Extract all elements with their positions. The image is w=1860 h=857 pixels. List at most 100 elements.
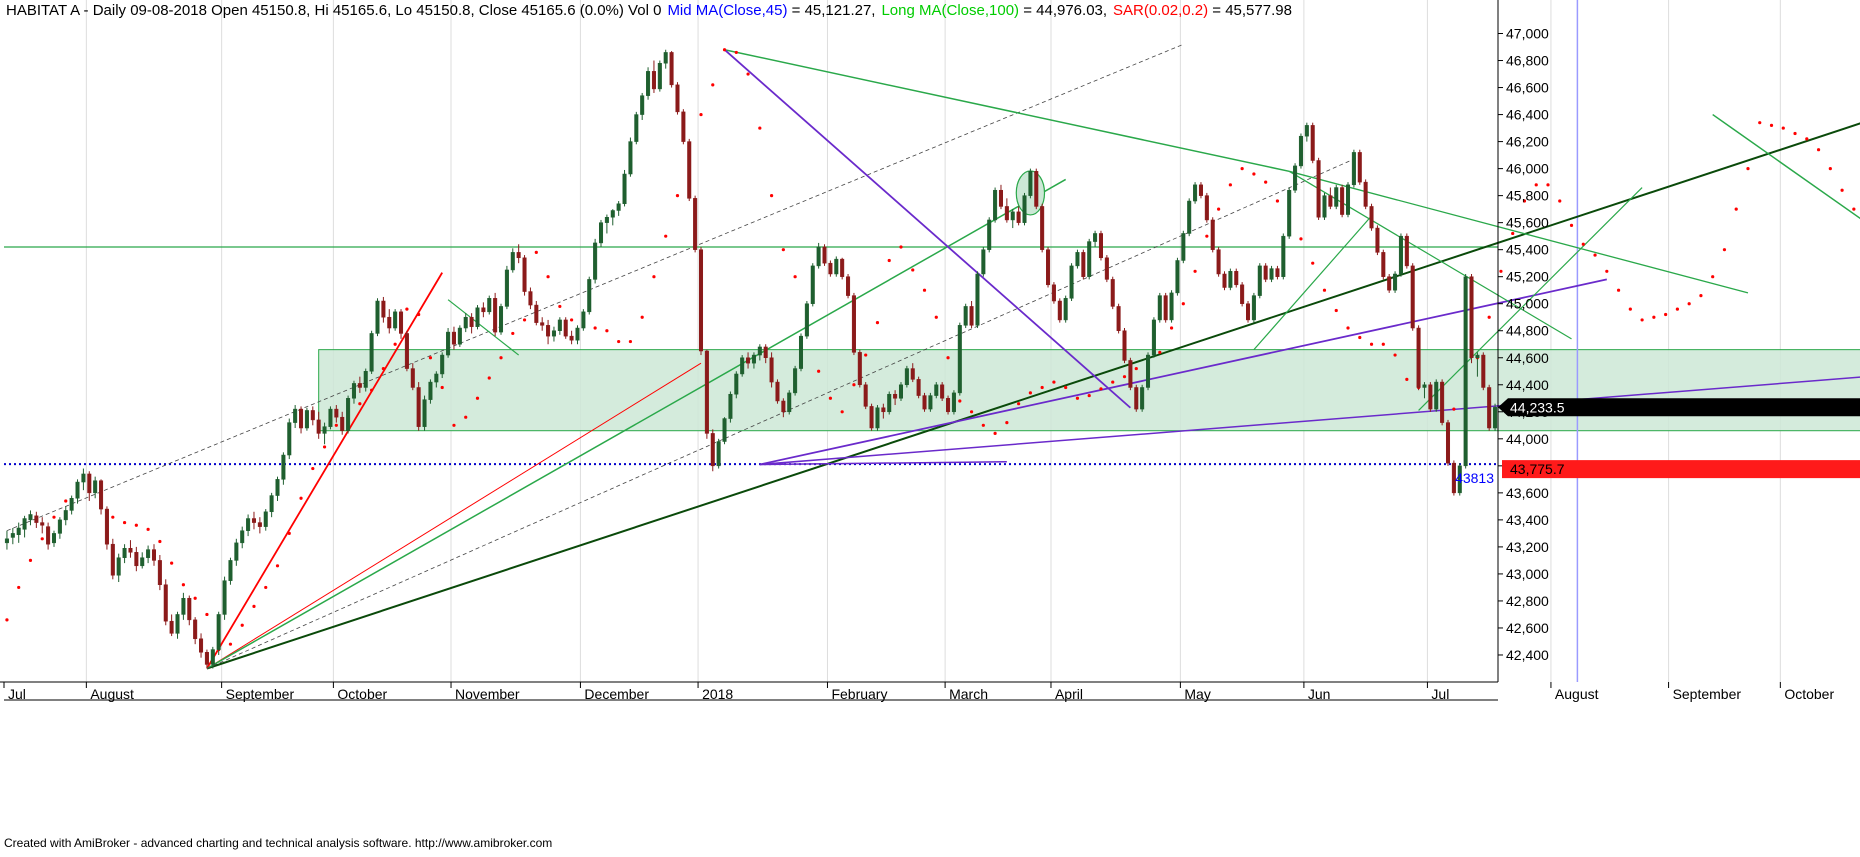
candle-up — [987, 219, 992, 250]
sar-dot — [1781, 126, 1785, 130]
sar-dot — [64, 499, 68, 503]
candle-down — [1316, 160, 1321, 218]
sar-dot — [240, 623, 244, 627]
candle-down — [1122, 330, 1127, 361]
candle-down — [687, 141, 692, 199]
mid-ma-value: = 45,121.27, — [787, 2, 875, 19]
y-tick-label: 43,000 — [1506, 566, 1549, 582]
sar-value: = 45,577.98 — [1208, 2, 1292, 19]
sar-dot — [452, 423, 456, 427]
sar-dot — [287, 531, 291, 535]
sar-dot — [1028, 391, 1032, 395]
sar-dot — [887, 258, 891, 263]
candle-down — [1163, 295, 1168, 321]
candle-up — [975, 273, 980, 326]
sar-dot — [334, 423, 338, 427]
candle-up — [446, 331, 451, 356]
sar-dot — [1311, 261, 1315, 265]
candle-down — [869, 406, 874, 429]
sar-dot — [1793, 131, 1797, 136]
candle-down — [1381, 252, 1386, 277]
sar-dot — [1628, 307, 1632, 311]
price-chart[interactable]: 42,400 42,600 42,800 43,000 43,200 43,400 43,6… — [0, 0, 1860, 852]
sar-dot — [228, 642, 233, 646]
candle-up — [593, 242, 598, 280]
candle-up — [304, 410, 309, 429]
candle-up — [369, 333, 374, 372]
sar-dot — [1852, 207, 1856, 211]
candle-up — [722, 418, 727, 442]
candle-down — [1110, 279, 1115, 307]
y-tick-label: 45,200 — [1506, 269, 1549, 285]
candle-up — [1228, 271, 1233, 288]
sar-dot — [946, 356, 950, 360]
candle-up — [1393, 273, 1398, 291]
candle-up — [375, 300, 380, 334]
sar-dot — [311, 466, 315, 471]
sar-dot — [558, 304, 562, 309]
candle-down — [1469, 276, 1474, 359]
candle-up — [834, 258, 839, 275]
sar-dot — [922, 288, 927, 292]
candle-down — [698, 249, 704, 352]
candle-up — [1157, 295, 1162, 321]
sar-dot — [417, 312, 421, 317]
sar-dot — [17, 585, 21, 590]
sar-dot — [1299, 237, 1303, 241]
candle-up — [616, 203, 621, 211]
candle-down — [1404, 235, 1409, 267]
candle-up — [928, 395, 933, 410]
sar-dot — [1758, 121, 1762, 125]
candle-down — [563, 319, 568, 337]
candle-up — [281, 454, 286, 480]
candle-up — [1022, 195, 1027, 223]
candle-down — [828, 262, 833, 275]
candle-up — [587, 279, 592, 313]
candle-up — [457, 327, 462, 345]
sar-dot — [817, 369, 821, 373]
candle-up — [604, 216, 609, 223]
candle-down — [1310, 125, 1315, 161]
candle-up — [510, 252, 515, 271]
candle-up — [240, 530, 245, 544]
candle-down — [1410, 265, 1415, 329]
sar-dot — [1381, 342, 1385, 346]
y-tick-label: 42,800 — [1506, 593, 1549, 609]
sar-dot — [322, 445, 327, 449]
candle-down — [910, 368, 915, 380]
sar-dot — [711, 83, 715, 87]
candle-down — [840, 258, 845, 277]
sar-dot — [499, 356, 503, 360]
candle-down — [775, 381, 780, 402]
candle-up — [951, 392, 956, 413]
candle-up — [328, 408, 333, 427]
candle-up — [1175, 260, 1180, 294]
sar-dot — [1605, 269, 1609, 273]
candle-up — [1293, 165, 1298, 191]
candle-down — [1210, 219, 1215, 250]
candle-up — [69, 498, 74, 511]
candle-up — [504, 269, 509, 307]
y-tick-label: 46,000 — [1506, 161, 1549, 177]
candle-down — [316, 419, 321, 434]
candle-up — [1298, 135, 1303, 167]
sar-dot — [393, 342, 397, 346]
candle-up — [1181, 233, 1186, 261]
sar-dot — [134, 523, 138, 527]
sar-dot — [1828, 167, 1832, 171]
sar-dot — [428, 356, 433, 360]
chart-canvas[interactable]: 42,400 42,600 42,800 43,000 43,200 43,400 43,6… — [0, 0, 1860, 852]
candle-up — [557, 319, 562, 331]
candle-up — [787, 392, 792, 413]
sar-dot — [170, 561, 174, 565]
candle-up — [1345, 184, 1351, 215]
sar-dot — [1346, 326, 1350, 330]
candle-down — [704, 350, 709, 434]
candle-down — [1051, 284, 1056, 302]
candle-down — [299, 408, 304, 429]
candle-down — [546, 325, 551, 337]
candle-up — [804, 303, 809, 337]
candle-down — [540, 322, 545, 326]
candle-up — [4, 538, 9, 544]
sar-dot — [969, 410, 974, 414]
